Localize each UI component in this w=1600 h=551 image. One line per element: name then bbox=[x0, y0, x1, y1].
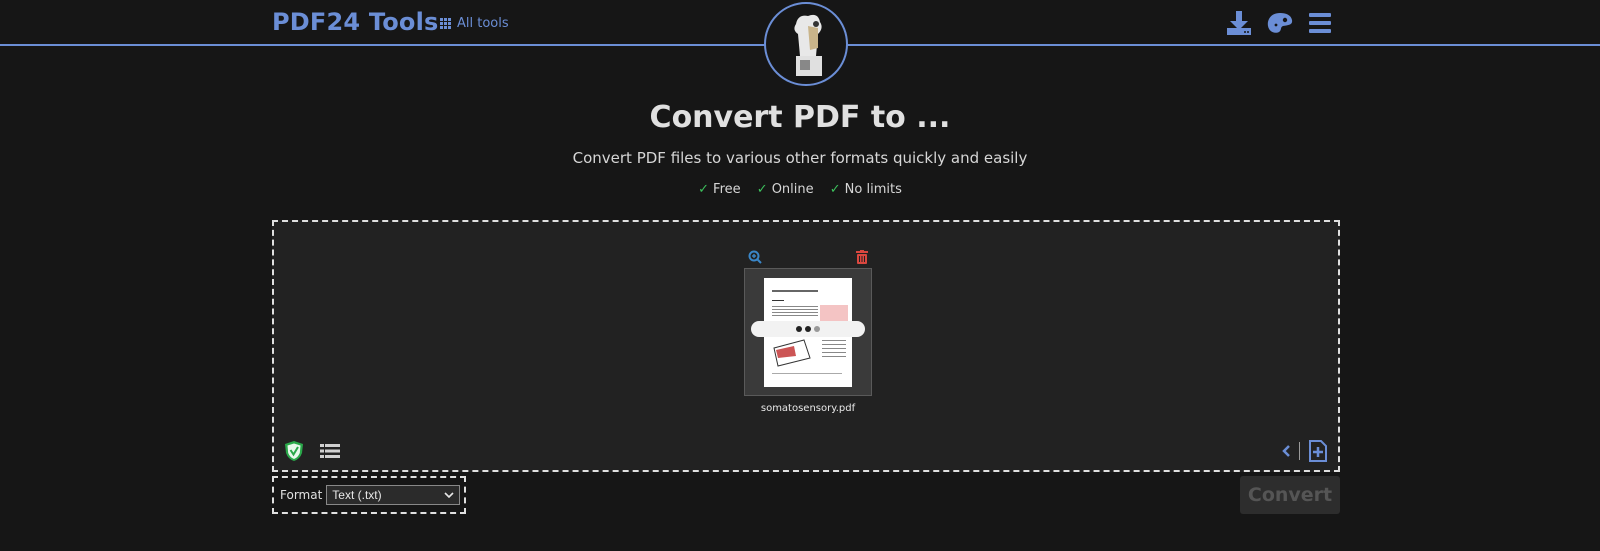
check-icon: ✓ bbox=[698, 182, 710, 197]
delete-icon[interactable] bbox=[856, 250, 868, 264]
feature-no-limits: ✓ No limits bbox=[829, 182, 902, 197]
format-select[interactable]: Text (.txt) bbox=[326, 485, 461, 505]
convert-button[interactable]: Convert bbox=[1240, 476, 1340, 514]
zoom-preview-icon[interactable] bbox=[748, 250, 762, 264]
file-card: somatosensory.pdf bbox=[744, 246, 872, 414]
feature-free: ✓ Free bbox=[698, 182, 741, 197]
file-dropzone[interactable]: somatosensory.pdf bbox=[272, 220, 1340, 472]
grid-icon bbox=[440, 18, 451, 29]
palette-icon[interactable] bbox=[1266, 11, 1294, 35]
chevron-down-icon bbox=[444, 492, 454, 498]
chevron-left-icon[interactable] bbox=[1281, 444, 1291, 458]
security-shield-icon[interactable] bbox=[284, 440, 304, 462]
add-file-icon[interactable] bbox=[1308, 440, 1328, 462]
download-icon[interactable] bbox=[1226, 10, 1252, 36]
all-tools-link[interactable]: All tools bbox=[440, 16, 509, 31]
page-subtitle: Convert PDF files to various other forma… bbox=[572, 149, 1028, 167]
mascot-icon bbox=[794, 14, 822, 76]
page-title: Convert PDF to ... bbox=[649, 100, 951, 135]
brand-logo-text[interactable]: PDF24 Tools bbox=[272, 8, 439, 36]
format-options: Format Text (.txt) bbox=[272, 476, 466, 514]
mascot-logo[interactable] bbox=[764, 2, 848, 86]
check-icon: ✓ bbox=[756, 182, 768, 197]
format-label: Format bbox=[280, 488, 323, 502]
all-tools-label: All tools bbox=[457, 16, 509, 31]
check-icon: ✓ bbox=[829, 182, 841, 197]
feature-list: ✓ Free ✓ Online ✓ No limits bbox=[0, 182, 1600, 197]
menu-icon[interactable] bbox=[1308, 12, 1332, 34]
format-selected-value: Text (.txt) bbox=[332, 488, 382, 502]
feature-online: ✓ Online bbox=[756, 182, 814, 197]
loading-indicator bbox=[751, 321, 865, 337]
toolbar-separator bbox=[1299, 442, 1300, 460]
list-view-icon[interactable] bbox=[320, 443, 340, 459]
file-name: somatosensory.pdf bbox=[760, 403, 856, 414]
file-thumbnail[interactable] bbox=[744, 268, 872, 396]
